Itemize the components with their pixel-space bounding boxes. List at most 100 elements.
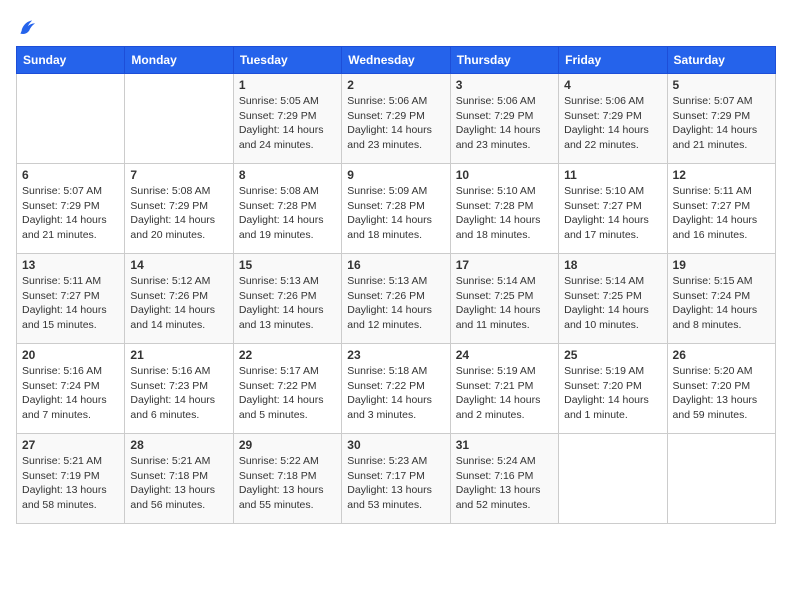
day-number: 17 xyxy=(456,258,553,272)
day-number: 7 xyxy=(130,168,227,182)
day-info: Sunrise: 5:19 AMSunset: 7:21 PMDaylight:… xyxy=(456,364,553,423)
day-info: Sunrise: 5:15 AMSunset: 7:24 PMDaylight:… xyxy=(673,274,770,333)
day-number: 5 xyxy=(673,78,770,92)
calendar-cell: 19 Sunrise: 5:15 AMSunset: 7:24 PMDayligh… xyxy=(667,254,775,344)
calendar-cell: 4 Sunrise: 5:06 AMSunset: 7:29 PMDaylight… xyxy=(559,74,667,164)
day-info: Sunrise: 5:06 AMSunset: 7:29 PMDaylight:… xyxy=(456,94,553,153)
calendar-cell: 8 Sunrise: 5:08 AMSunset: 7:28 PMDaylight… xyxy=(233,164,341,254)
day-number: 4 xyxy=(564,78,661,92)
calendar-cell: 3 Sunrise: 5:06 AMSunset: 7:29 PMDaylight… xyxy=(450,74,558,164)
calendar-cell: 28 Sunrise: 5:21 AMSunset: 7:18 PMDayligh… xyxy=(125,434,233,524)
day-number: 8 xyxy=(239,168,336,182)
day-info: Sunrise: 5:18 AMSunset: 7:22 PMDaylight:… xyxy=(347,364,444,423)
day-info: Sunrise: 5:19 AMSunset: 7:20 PMDaylight:… xyxy=(564,364,661,423)
day-info: Sunrise: 5:22 AMSunset: 7:18 PMDaylight:… xyxy=(239,454,336,513)
weekday-header: Tuesday xyxy=(233,47,341,74)
calendar-cell: 24 Sunrise: 5:19 AMSunset: 7:21 PMDayligh… xyxy=(450,344,558,434)
calendar-cell: 14 Sunrise: 5:12 AMSunset: 7:26 PMDayligh… xyxy=(125,254,233,344)
day-number: 2 xyxy=(347,78,444,92)
logo xyxy=(16,16,42,38)
calendar-header: SundayMondayTuesdayWednesdayThursdayFrid… xyxy=(17,47,776,74)
calendar-cell: 13Sunrise: 5:11 AMSunset: 7:27 PMDayligh… xyxy=(17,254,125,344)
day-info: Sunrise: 5:05 AMSunset: 7:29 PMDaylight:… xyxy=(239,94,336,153)
calendar-cell: 29 Sunrise: 5:22 AMSunset: 7:18 PMDayligh… xyxy=(233,434,341,524)
calendar-cell: 6 Sunrise: 5:07 AMSunset: 7:29 PMDaylight… xyxy=(17,164,125,254)
calendar-week-row: 13Sunrise: 5:11 AMSunset: 7:27 PMDayligh… xyxy=(17,254,776,344)
day-info: Sunrise: 5:07 AMSunset: 7:29 PMDaylight:… xyxy=(22,184,119,243)
calendar-week-row: 20Sunrise: 5:16 AMSunset: 7:24 PMDayligh… xyxy=(17,344,776,434)
weekday-header: Saturday xyxy=(667,47,775,74)
calendar-cell: 31 Sunrise: 5:24 AMSunset: 7:16 PMDayligh… xyxy=(450,434,558,524)
weekday-header: Thursday xyxy=(450,47,558,74)
calendar-cell: 18 Sunrise: 5:14 AMSunset: 7:25 PMDayligh… xyxy=(559,254,667,344)
calendar-cell xyxy=(125,74,233,164)
day-number: 6 xyxy=(22,168,119,182)
day-number: 24 xyxy=(456,348,553,362)
day-info: Sunrise: 5:21 AMSunset: 7:19 PMDaylight:… xyxy=(22,454,119,513)
day-number: 23 xyxy=(347,348,444,362)
calendar-cell xyxy=(17,74,125,164)
day-info: Sunrise: 5:06 AMSunset: 7:29 PMDaylight:… xyxy=(564,94,661,153)
day-number: 21 xyxy=(130,348,227,362)
calendar-week-row: 6 Sunrise: 5:07 AMSunset: 7:29 PMDaylight… xyxy=(17,164,776,254)
logo-icon xyxy=(16,16,38,38)
calendar-cell: 10 Sunrise: 5:10 AMSunset: 7:28 PMDayligh… xyxy=(450,164,558,254)
day-info: Sunrise: 5:14 AMSunset: 7:25 PMDaylight:… xyxy=(564,274,661,333)
day-info: Sunrise: 5:10 AMSunset: 7:28 PMDaylight:… xyxy=(456,184,553,243)
day-number: 9 xyxy=(347,168,444,182)
calendar-week-row: 27 Sunrise: 5:21 AMSunset: 7:19 PMDayligh… xyxy=(17,434,776,524)
calendar-cell: 30 Sunrise: 5:23 AMSunset: 7:17 PMDayligh… xyxy=(342,434,450,524)
day-info: Sunrise: 5:12 AMSunset: 7:26 PMDaylight:… xyxy=(130,274,227,333)
day-number: 16 xyxy=(347,258,444,272)
day-info: Sunrise: 5:17 AMSunset: 7:22 PMDaylight:… xyxy=(239,364,336,423)
day-number: 27 xyxy=(22,438,119,452)
day-info: Sunrise: 5:11 AMSunset: 7:27 PMDaylight:… xyxy=(673,184,770,243)
day-info: Sunrise: 5:07 AMSunset: 7:29 PMDaylight:… xyxy=(673,94,770,153)
day-info: Sunrise: 5:21 AMSunset: 7:18 PMDaylight:… xyxy=(130,454,227,513)
calendar-week-row: 1Sunrise: 5:05 AMSunset: 7:29 PMDaylight… xyxy=(17,74,776,164)
day-info: Sunrise: 5:24 AMSunset: 7:16 PMDaylight:… xyxy=(456,454,553,513)
calendar-cell: 12 Sunrise: 5:11 AMSunset: 7:27 PMDayligh… xyxy=(667,164,775,254)
calendar-cell: 15 Sunrise: 5:13 AMSunset: 7:26 PMDayligh… xyxy=(233,254,341,344)
day-info: Sunrise: 5:13 AMSunset: 7:26 PMDaylight:… xyxy=(239,274,336,333)
day-number: 10 xyxy=(456,168,553,182)
day-info: Sunrise: 5:16 AMSunset: 7:23 PMDaylight:… xyxy=(130,364,227,423)
calendar-cell: 25Sunrise: 5:19 AMSunset: 7:20 PMDayligh… xyxy=(559,344,667,434)
weekday-header: Wednesday xyxy=(342,47,450,74)
calendar-cell: 16 Sunrise: 5:13 AMSunset: 7:26 PMDayligh… xyxy=(342,254,450,344)
weekday-row: SundayMondayTuesdayWednesdayThursdayFrid… xyxy=(17,47,776,74)
day-info: Sunrise: 5:23 AMSunset: 7:17 PMDaylight:… xyxy=(347,454,444,513)
day-info: Sunrise: 5:08 AMSunset: 7:29 PMDaylight:… xyxy=(130,184,227,243)
day-number: 30 xyxy=(347,438,444,452)
calendar-cell: 9Sunrise: 5:09 AMSunset: 7:28 PMDaylight… xyxy=(342,164,450,254)
calendar-cell: 23 Sunrise: 5:18 AMSunset: 7:22 PMDayligh… xyxy=(342,344,450,434)
day-number: 12 xyxy=(673,168,770,182)
calendar: SundayMondayTuesdayWednesdayThursdayFrid… xyxy=(16,46,776,524)
day-info: Sunrise: 5:14 AMSunset: 7:25 PMDaylight:… xyxy=(456,274,553,333)
calendar-cell xyxy=(667,434,775,524)
day-info: Sunrise: 5:20 AMSunset: 7:20 PMDaylight:… xyxy=(673,364,770,423)
day-number: 18 xyxy=(564,258,661,272)
calendar-body: 1Sunrise: 5:05 AMSunset: 7:29 PMDaylight… xyxy=(17,74,776,524)
calendar-cell: 17 Sunrise: 5:14 AMSunset: 7:25 PMDayligh… xyxy=(450,254,558,344)
calendar-cell: 1Sunrise: 5:05 AMSunset: 7:29 PMDaylight… xyxy=(233,74,341,164)
calendar-cell xyxy=(559,434,667,524)
day-number: 29 xyxy=(239,438,336,452)
day-number: 3 xyxy=(456,78,553,92)
day-number: 20 xyxy=(22,348,119,362)
calendar-cell: 27 Sunrise: 5:21 AMSunset: 7:19 PMDayligh… xyxy=(17,434,125,524)
day-number: 26 xyxy=(673,348,770,362)
header xyxy=(16,16,776,38)
day-number: 19 xyxy=(673,258,770,272)
day-info: Sunrise: 5:08 AMSunset: 7:28 PMDaylight:… xyxy=(239,184,336,243)
day-info: Sunrise: 5:13 AMSunset: 7:26 PMDaylight:… xyxy=(347,274,444,333)
day-number: 28 xyxy=(130,438,227,452)
weekday-header: Friday xyxy=(559,47,667,74)
day-number: 14 xyxy=(130,258,227,272)
day-number: 15 xyxy=(239,258,336,272)
weekday-header: Monday xyxy=(125,47,233,74)
day-number: 31 xyxy=(456,438,553,452)
calendar-cell: 11Sunrise: 5:10 AMSunset: 7:27 PMDayligh… xyxy=(559,164,667,254)
day-number: 11 xyxy=(564,168,661,182)
day-info: Sunrise: 5:11 AMSunset: 7:27 PMDaylight:… xyxy=(22,274,119,333)
